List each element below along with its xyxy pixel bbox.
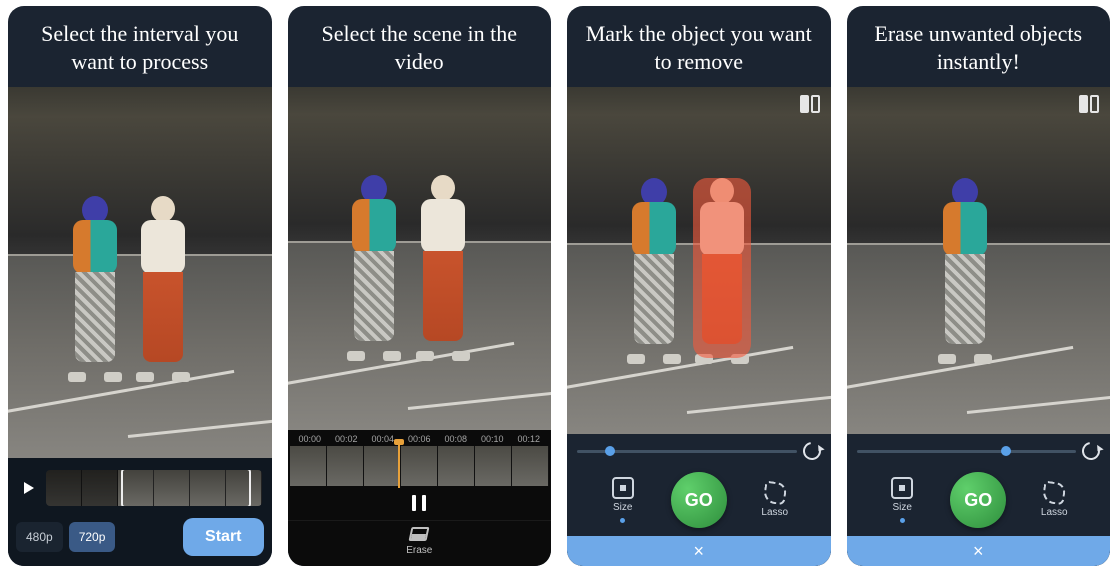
- timecode-row: 00:00 00:02 00:04 00:06 00:08 00:10 00:1…: [288, 430, 552, 446]
- timecode: 00:06: [401, 434, 438, 444]
- res-720p-button[interactable]: 720p: [69, 522, 116, 552]
- go-button[interactable]: GO: [671, 472, 727, 528]
- panel-2-bottom-bar: 00:00 00:02 00:04 00:06 00:08 00:10 00:1…: [288, 430, 552, 566]
- close-icon: ×: [973, 541, 984, 562]
- brush-size-slider[interactable]: [857, 450, 1077, 453]
- pause-button[interactable]: [288, 486, 552, 520]
- size-label: Size: [893, 502, 912, 513]
- size-indicator-dot: [900, 518, 905, 523]
- person-left: [345, 175, 403, 355]
- thumbnail-strip[interactable]: [46, 470, 262, 506]
- go-button[interactable]: GO: [950, 472, 1006, 528]
- compare-icon[interactable]: [1078, 95, 1100, 113]
- panel-1: Select the interval you want to process …: [8, 6, 272, 566]
- size-label: Size: [613, 502, 632, 513]
- panel-2-caption: Select the scene in the video: [288, 6, 552, 87]
- panel-1-bottom-bar: 480p 720p Start: [8, 458, 272, 566]
- panel-2-phone: 00:00 00:02 00:04 00:06 00:08 00:10 00:1…: [288, 87, 552, 566]
- timecode: 00:00: [292, 434, 329, 444]
- lasso-icon: [762, 481, 787, 506]
- person-left: [625, 178, 683, 358]
- go-label: GO: [964, 490, 992, 511]
- erase-label: Erase: [406, 545, 432, 556]
- eraser-icon: [409, 527, 430, 541]
- brush-slider-row: [567, 434, 831, 468]
- reset-icon[interactable]: [799, 438, 824, 463]
- person-right-marked[interactable]: [693, 178, 751, 358]
- panel-2: Select the scene in the video 00:00 00:0…: [288, 6, 552, 566]
- lasso-label: Lasso: [761, 507, 788, 518]
- panel-1-timeline[interactable]: [16, 466, 264, 514]
- person-left: [66, 196, 124, 376]
- reset-icon[interactable]: [1078, 438, 1103, 463]
- brush-size-slider[interactable]: [577, 450, 797, 453]
- panel-4-video-frame[interactable]: [847, 87, 1111, 434]
- panel-3: Mark the object you want to remove Size: [567, 6, 831, 566]
- close-icon: ×: [693, 541, 704, 562]
- size-icon: [891, 477, 913, 499]
- size-indicator-dot: [620, 518, 625, 523]
- timecode: 00:02: [328, 434, 365, 444]
- panel-3-caption: Mark the object you want to remove: [567, 6, 831, 87]
- start-button[interactable]: Start: [183, 518, 263, 556]
- filmstrip[interactable]: [290, 446, 550, 486]
- panel-3-video-frame[interactable]: [567, 87, 831, 434]
- timecode: 00:08: [438, 434, 475, 444]
- erase-tool[interactable]: Erase: [288, 520, 552, 566]
- close-bar[interactable]: ×: [567, 536, 831, 566]
- panel-1-phone: 480p 720p Start: [8, 87, 272, 566]
- slider-thumb[interactable]: [1001, 446, 1011, 456]
- person-right: [414, 175, 472, 355]
- brush-slider-row: [847, 434, 1111, 468]
- pause-icon: [422, 495, 426, 511]
- person-right: [134, 196, 192, 376]
- panel-4: Erase unwanted objects instantly! Size G…: [847, 6, 1111, 566]
- panel-4-caption: Erase unwanted objects instantly!: [847, 6, 1111, 87]
- timecode: 00:10: [474, 434, 511, 444]
- panel-1-caption: Select the interval you want to process: [8, 6, 272, 87]
- person-remaining: [936, 178, 994, 358]
- play-button[interactable]: [18, 477, 40, 499]
- playhead[interactable]: [398, 444, 400, 488]
- tool-row: Size GO Lasso: [847, 468, 1111, 536]
- lasso-label: Lasso: [1041, 507, 1068, 518]
- res-480p-button[interactable]: 480p: [16, 522, 63, 552]
- lasso-icon: [1042, 481, 1067, 506]
- panel-3-phone: Size GO Lasso ×: [567, 87, 831, 566]
- lasso-tool[interactable]: Lasso: [1032, 482, 1076, 518]
- play-icon: [24, 482, 34, 494]
- timecode: 00:12: [511, 434, 548, 444]
- close-bar[interactable]: ×: [847, 536, 1111, 566]
- panel-3-bottom-bar: Size GO Lasso ×: [567, 434, 831, 566]
- panel-2-video-frame: [288, 87, 552, 430]
- panel-1-video-frame: [8, 87, 272, 458]
- lasso-tool[interactable]: Lasso: [753, 482, 797, 518]
- go-label: GO: [685, 490, 713, 511]
- tool-row: Size GO Lasso: [567, 468, 831, 536]
- size-tool[interactable]: Size: [601, 477, 645, 523]
- compare-icon[interactable]: [799, 95, 821, 113]
- panel-4-phone: Size GO Lasso ×: [847, 87, 1111, 566]
- panel-4-bottom-bar: Size GO Lasso ×: [847, 434, 1111, 566]
- size-tool[interactable]: Size: [880, 477, 924, 523]
- pause-icon: [412, 495, 416, 511]
- slider-thumb[interactable]: [605, 446, 615, 456]
- panel-1-controls: 480p 720p Start: [16, 518, 264, 556]
- size-icon: [612, 477, 634, 499]
